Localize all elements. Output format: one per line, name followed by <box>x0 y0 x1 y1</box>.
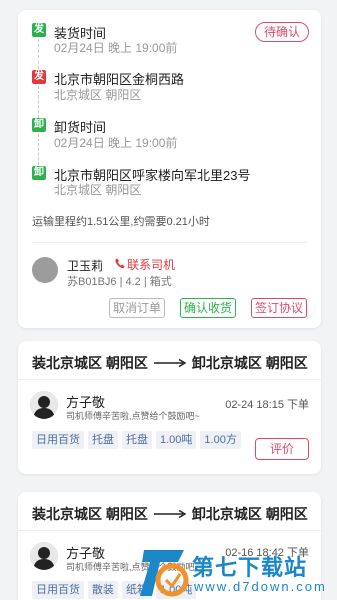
delivery-time-value: 02月24日 晚上 19:00前 <box>54 136 178 150</box>
delivery-badge: 卸 <box>32 118 46 132</box>
watermark-logo-icon <box>140 550 189 597</box>
order-card[interactable]: 装北京城区 朝阳区 卸北京城区 朝阳区 方子敬 司机师傅辛苦啦,点赞给个鼓励吧~ … <box>18 341 321 474</box>
timeline-connector <box>38 134 39 165</box>
route-header: 装北京城区 朝阳区 卸北京城区 朝阳区 <box>32 353 308 373</box>
cancel-order-button[interactable]: 取消订单 <box>109 298 166 318</box>
route-from: 装北京城区 朝阳区 <box>32 355 148 371</box>
delivery-district: 北京城区 朝阳区 <box>54 183 142 197</box>
divider <box>18 379 321 380</box>
rate-button[interactable]: 评价 <box>255 438 309 460</box>
driver-vehicle-info: 苏B01BJ6 | 4.2 | 箱式 <box>67 276 172 288</box>
cargo-tag: 散装 <box>88 581 118 599</box>
route-from: 装北京城区 朝阳区 <box>32 506 148 522</box>
status-badge: 待确认 <box>254 22 309 42</box>
pickup-address-badge: 发 <box>32 70 46 84</box>
pickup-time-value: 02月24日 晚上 19:00前 <box>54 41 178 55</box>
pickup-district: 北京城区 朝阳区 <box>54 88 142 102</box>
confirm-receipt-button[interactable]: 确认收货 <box>180 298 237 318</box>
driver-comment: 司机师傅辛苦啦,点赞给个鼓励吧~ <box>66 411 200 421</box>
timeline-connector <box>38 39 39 69</box>
route-to: 卸北京城区 朝阳区 <box>191 355 308 371</box>
cargo-tag: 日用百货 <box>32 581 84 599</box>
route-summary: 运输里程约1.51公里,约需要0.21小时 <box>32 216 210 228</box>
arrow-right-icon <box>153 358 186 368</box>
contact-driver-label: 联系司机 <box>127 258 176 272</box>
cargo-tag: 托盘 <box>88 431 118 449</box>
cargo-tag: 托盘 <box>122 431 152 449</box>
active-order-card[interactable]: 发 装货时间 02月24日 晚上 19:00前 待确认 发 北京市朝阳区金桐西路… <box>18 10 321 328</box>
person-silhouette-icon <box>30 542 58 570</box>
route-header: 装北京城区 朝阳区 卸北京城区 朝阳区 <box>32 504 308 524</box>
site-watermark: 第七下载站 www.d7down.com <box>138 546 337 600</box>
watermark-url: www.d7down.com <box>194 579 327 594</box>
driver-name: 卫玉莉 <box>67 259 104 273</box>
driver-avatar <box>32 257 58 283</box>
pickup-badge: 发 <box>32 23 46 37</box>
route-to: 卸北京城区 朝阳区 <box>191 506 308 522</box>
delivery-address-badge: 卸 <box>32 166 46 180</box>
contact-driver-button[interactable]: 联系司机 <box>115 256 175 273</box>
cargo-tags: 日用百货 托盘 托盘 1.00吨 1.00方 <box>32 431 251 449</box>
driver-avatar <box>30 391 58 419</box>
sign-agreement-button[interactable]: 签订协议 <box>251 298 308 318</box>
divider <box>32 242 307 243</box>
person-silhouette-icon <box>30 391 58 419</box>
phone-icon <box>115 258 125 269</box>
watermark-brand: 第七下载站 <box>192 555 308 580</box>
arrow-right-icon <box>153 509 186 519</box>
driver-avatar <box>30 542 58 570</box>
cargo-tag: 1.00吨 <box>156 431 197 449</box>
cargo-tag: 1.00方 <box>200 431 241 449</box>
order-time: 02-24 18:15 下单 <box>225 399 309 411</box>
divider <box>18 530 321 531</box>
timeline-connector <box>38 86 39 118</box>
cargo-tag: 日用百货 <box>32 431 84 449</box>
